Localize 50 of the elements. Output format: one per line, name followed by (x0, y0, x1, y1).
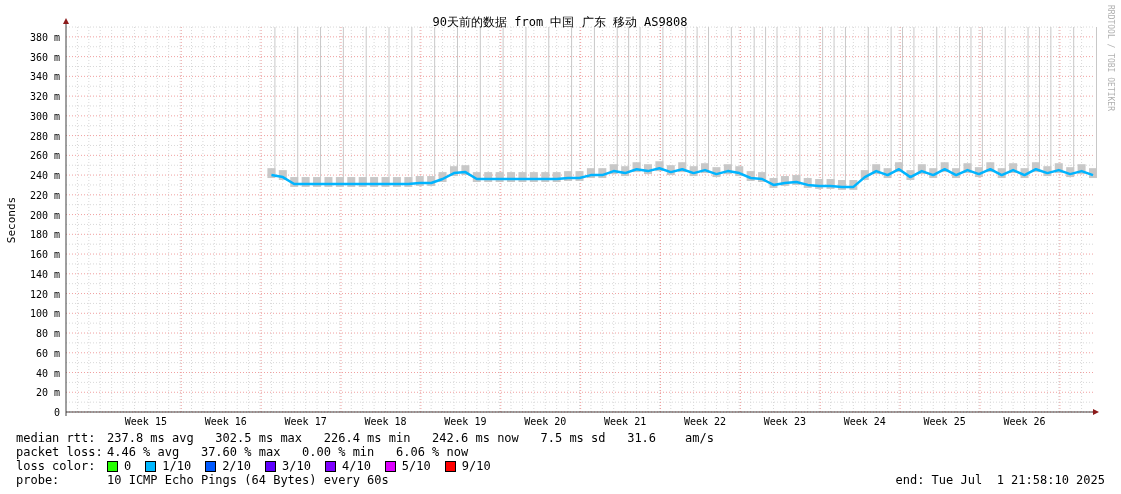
axis-label: 160 m (29, 249, 60, 261)
legend-text: 4.46 % avg 37.60 % max 0.00 % min 6.06 % now (107, 445, 469, 459)
axis-label: Week 19 (444, 416, 487, 426)
legend-label: loss color: (16, 459, 97, 473)
legend-text: 0 (124, 459, 132, 473)
axis-label: Week 17 (284, 416, 327, 426)
chart-title: 90天前的数据 from 中国 广东 移动 AS9808 (432, 15, 688, 29)
axis-label: 260 m (29, 150, 60, 162)
axis-label: 20 m (35, 387, 60, 399)
legend-label: packet loss: (16, 445, 104, 459)
axis-title: Seconds (5, 196, 18, 244)
axis-label: 240 m (29, 170, 60, 182)
axis-label: Week 22 (683, 416, 727, 426)
legend-text: 4/10 (341, 459, 371, 473)
axis-label: 300 m (29, 110, 60, 122)
legend-text: 10 ICMP Echo Pings (64 Bytes) every 60s (107, 473, 389, 487)
legend-text: 2/10 (222, 459, 252, 473)
axis-label: 360 m (29, 51, 60, 63)
axis-label: Week 26 (1003, 416, 1046, 426)
axis-label: 0 (53, 407, 60, 418)
axis-label: 340 m (29, 71, 60, 83)
axis-label: Week 20 (524, 416, 567, 426)
axis-label: 80 m (35, 328, 60, 340)
legend-text: 237.8 ms avg 302.5 ms max 226.4 ms min 242.6 ms now 7.5 ms sd 31.6 am/s (107, 431, 714, 445)
legend-text: 1/10 (162, 459, 192, 473)
axis-label: 180 m (29, 229, 60, 241)
legend-label: probe: (16, 473, 61, 487)
axis-label: Week 16 (204, 416, 247, 426)
axis-label: Week 23 (763, 416, 806, 426)
legend-text: 3/10 (282, 459, 311, 473)
axis-label: Week 24 (843, 416, 886, 426)
axis-label: 120 m (29, 288, 60, 300)
axis-label: 100 m (29, 308, 60, 320)
axis-label: Week 18 (364, 416, 407, 426)
axis-label: 320 m (29, 91, 60, 103)
legend-label: median rtt: (16, 431, 97, 445)
legend-text: 9/10 (461, 459, 491, 473)
axis-label: 200 m (29, 209, 60, 221)
credit-text: RRDTOOL / TOBI OETIKER (1106, 5, 1115, 111)
axis-label: 220 m (29, 189, 60, 201)
axis-label: 280 m (29, 130, 60, 142)
axis-label: Week 21 (604, 416, 647, 426)
axis-label: Week 25 (923, 416, 966, 426)
end-time: end: Tue Jul 1 21:58:10 2025 (895, 473, 1105, 487)
axis-label: 40 m (35, 367, 60, 379)
axis-label: 60 m (35, 347, 60, 359)
axis-label: Week 15 (124, 416, 167, 426)
axis-label: 140 m (29, 268, 60, 280)
axis-label: 380 m (29, 31, 60, 43)
legend-text: 5/10 (401, 459, 431, 473)
